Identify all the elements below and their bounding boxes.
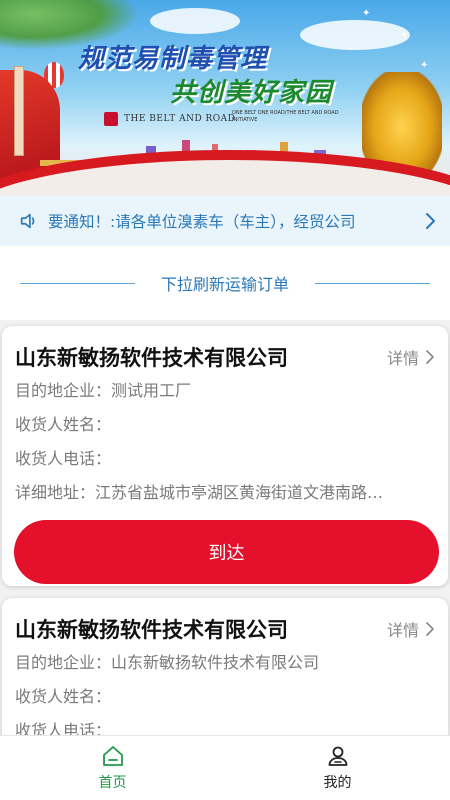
destination-value: 测试用工厂 — [111, 381, 192, 400]
detail-label: 详情 — [386, 349, 419, 368]
address-row: 详细地址：江苏省盐城市亭湖区黄海街道文港南路… — [15, 476, 435, 510]
bird-decoration: ✦ — [400, 30, 409, 41]
tab-home-label: 首页 — [98, 775, 127, 791]
slogan-line1: 规范易制毒管理 — [78, 44, 268, 74]
order-card[interactable]: 山东新敏扬软件技术有限公司 详情 目的地企业：测试用工厂 收货人姓名： 收货人电… — [2, 326, 448, 586]
belt-road-text: THE BELT AND ROAD — [124, 114, 236, 124]
detail-link[interactable]: 详情 — [387, 617, 435, 641]
arrive-button[interactable]: 到达 — [14, 520, 439, 584]
detail-label: 详情 — [386, 621, 419, 640]
receiver-name-row: 收货人姓名： — [15, 408, 435, 442]
user-icon — [328, 746, 347, 766]
golden-lion-decoration — [362, 72, 442, 172]
tab-home[interactable]: 首页 — [0, 736, 225, 800]
address-value: 江苏省盐城市亭湖区黄海街道文港南路… — [95, 483, 384, 502]
receiver-name-label: 收货人姓名： — [15, 687, 112, 706]
tab-mine-label: 我的 — [323, 775, 352, 791]
section-header: 下拉刷新运输订单 — [0, 246, 450, 320]
section-title: 下拉刷新运输订单 — [160, 275, 289, 294]
bottom-tab-bar: 首页 我的 — [0, 735, 450, 800]
receiver-name-row: 收货人姓名： — [15, 680, 435, 714]
receiver-phone-label: 收货人电话： — [15, 449, 112, 468]
detail-link[interactable]: 详情 — [387, 345, 435, 369]
receiver-name-label: 收货人姓名： — [15, 415, 112, 434]
receiver-phone-row: 收货人电话： — [15, 442, 435, 476]
speaker-icon — [20, 213, 35, 229]
huabiao-pillar-decoration — [14, 66, 24, 156]
notice-bar[interactable]: 要通知！:请各单位溴素车（车主），经贸公司 — [0, 196, 450, 246]
destination-row: 目的地企业：测试用工厂 — [15, 374, 435, 408]
company-name: 山东新敏扬软件技术有限公司 — [15, 618, 288, 642]
destination-value: 山东新敏扬软件技术有限公司 — [111, 653, 320, 672]
banner-image: ✦ ✦ ✦ 规范易制毒管理 共创美好家园 THE BELT AND ROAD O… — [0, 0, 450, 196]
slogan-line2: 共创美好家园 — [170, 78, 333, 108]
destination-label: 目的地企业： — [15, 653, 112, 672]
chevron-right-icon — [426, 350, 434, 364]
destination-label: 目的地企业： — [15, 381, 112, 400]
divider-line — [315, 283, 430, 284]
address-label: 详细地址： — [15, 483, 96, 502]
cloud-decoration — [300, 20, 410, 50]
seal-icon — [104, 112, 118, 126]
company-name: 山东新敏扬软件技术有限公司 — [15, 346, 288, 370]
initiative-text: ONE BELT ONE ROAD/THE BELT AND ROAD INIT… — [232, 110, 339, 123]
chevron-right-icon[interactable] — [424, 211, 438, 231]
chevron-right-icon — [426, 622, 434, 636]
home-icon — [102, 746, 123, 766]
cloud-decoration — [150, 8, 240, 34]
bird-decoration: ✦ — [420, 60, 429, 71]
divider-line — [20, 283, 135, 284]
tab-mine[interactable]: 我的 — [225, 736, 450, 800]
notice-text: 要通知！:请各单位溴素车（车主），经贸公司 — [48, 213, 356, 231]
destination-row: 目的地企业：山东新敏扬软件技术有限公司 — [15, 646, 435, 680]
bird-decoration: ✦ — [362, 8, 371, 19]
